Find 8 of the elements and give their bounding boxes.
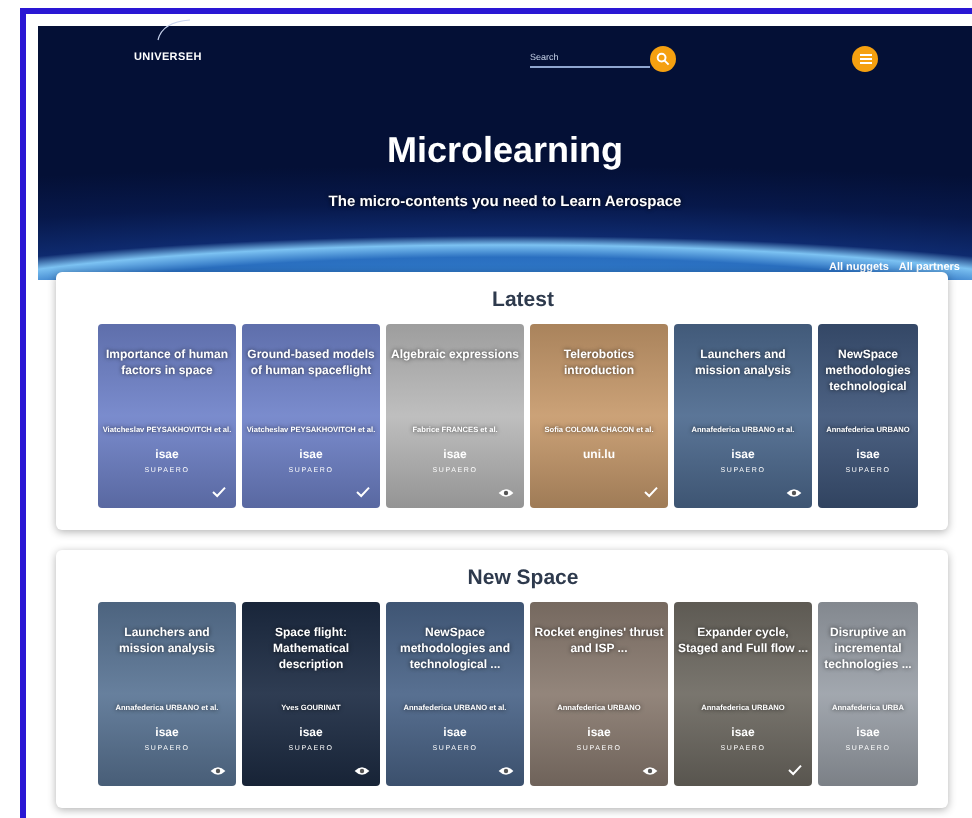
menu-button[interactable] bbox=[852, 45, 878, 71]
menu-icon bbox=[859, 53, 871, 63]
search-button[interactable] bbox=[650, 45, 676, 71]
search-icon bbox=[656, 51, 670, 65]
orbit-icon bbox=[154, 18, 194, 42]
section-title: New Space bbox=[465, 566, 581, 594]
section-title: Latest bbox=[490, 288, 556, 316]
hero-title: Microlearning bbox=[384, 130, 626, 172]
